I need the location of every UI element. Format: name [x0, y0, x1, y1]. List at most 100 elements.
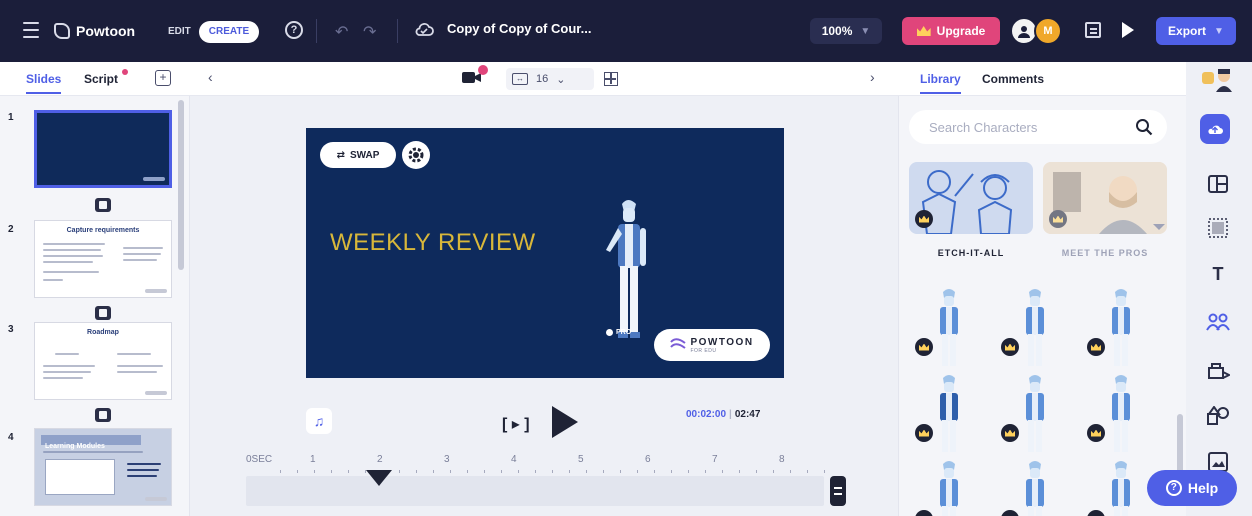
character-thumbnail[interactable]: [909, 374, 989, 454]
timeline-end-handle[interactable]: [830, 476, 846, 506]
swap-button[interactable]: ⇄ SWAP: [320, 142, 396, 168]
ruler-tick: [569, 470, 570, 473]
chevron-left-icon[interactable]: ‹: [208, 69, 213, 85]
ruler-label: 8: [779, 454, 785, 465]
character-figure: [940, 375, 958, 452]
tab-library[interactable]: Library: [920, 72, 961, 94]
secondary-toolbar: Slides Script + ‹ ↔ 16 ⌄ › Library Comme…: [0, 62, 1252, 96]
ruler-tick: [450, 470, 451, 473]
shapes-icon[interactable]: [1206, 404, 1230, 428]
add-slide-icon[interactable]: +: [155, 70, 171, 86]
crown-icon: [1053, 215, 1063, 223]
premium-badge: [1049, 210, 1067, 228]
text-icon[interactable]: T: [1206, 262, 1230, 286]
chevron-down-icon[interactable]: [1153, 224, 1165, 230]
slide-title: Roadmap: [87, 329, 119, 336]
undo-icon[interactable]: ↶: [335, 22, 348, 42]
characters-icon[interactable]: [1206, 310, 1230, 334]
characters-thumbnail-icon[interactable]: [1200, 66, 1236, 92]
watermark-sub: FOR EDU: [690, 347, 717, 354]
upgrade-button[interactable]: Upgrade: [902, 17, 1000, 45]
character-thumbnail[interactable]: [995, 374, 1075, 454]
search-icon[interactable]: [1135, 118, 1153, 136]
character-thumbnail[interactable]: [909, 460, 989, 516]
cloud-save-icon[interactable]: [413, 19, 435, 41]
redo-icon[interactable]: ↷: [363, 22, 376, 42]
mode-edit-toggle[interactable]: EDIT: [160, 19, 199, 43]
avatar[interactable]: M: [1034, 17, 1062, 45]
premium-badge: [915, 210, 933, 228]
music-button[interactable]: ♫: [306, 408, 332, 434]
headline-text[interactable]: WEEKLY REVIEW: [330, 229, 536, 257]
app-logo[interactable]: Powtoon: [54, 18, 135, 44]
playhead-marker[interactable]: [366, 470, 392, 486]
play-icon[interactable]: [552, 406, 578, 438]
transition-icon[interactable]: [95, 198, 111, 212]
preview-play-icon[interactable]: [1122, 22, 1134, 38]
props-icon[interactable]: [1206, 358, 1230, 382]
premium-badge: [915, 424, 933, 442]
library-panel: Search Characters ETCH-IT-ALL MEET THE P…: [898, 96, 1186, 516]
preview-scene-button[interactable]: [ ▸ ]: [502, 414, 530, 434]
project-title[interactable]: Copy of Copy of Cour...: [447, 21, 591, 36]
help-button[interactable]: ? Help: [1147, 470, 1237, 506]
chevron-down-icon: ⌄: [556, 73, 566, 86]
duration-select[interactable]: ↔ 16 ⌄: [506, 68, 594, 90]
timecode: 00:02:00 | 02:47: [686, 409, 760, 420]
tab-script[interactable]: Script: [84, 72, 118, 86]
current-time: 00:02:00: [686, 409, 727, 420]
menu-icon[interactable]: [22, 22, 40, 38]
gear-icon: [408, 147, 424, 163]
category-card[interactable]: [909, 162, 1033, 234]
swap-label: SWAP: [349, 149, 380, 161]
slide-thumbnail[interactable]: Roadmap: [34, 322, 172, 400]
slide-thumbnail[interactable]: [34, 110, 172, 188]
character-thumbnail[interactable]: [909, 288, 989, 368]
slide-thumbnail[interactable]: Learning Modules: [34, 428, 172, 506]
transition-icon[interactable]: [95, 408, 111, 422]
timeline-ruler[interactable]: 0SEC 1 2 3 4 5 6 7 8: [246, 454, 846, 474]
character-figure: [1026, 375, 1044, 452]
divider: [316, 19, 317, 43]
character-thumbnail[interactable]: [1081, 288, 1161, 368]
help-icon[interactable]: ?: [285, 21, 303, 39]
ruler-label: 1: [310, 454, 316, 465]
help-icon: ?: [1165, 480, 1182, 496]
export-button[interactable]: Export ▼: [1156, 17, 1236, 45]
tab-comments[interactable]: Comments: [982, 72, 1044, 86]
timeline-track[interactable]: [246, 476, 824, 506]
crown-icon: [1091, 343, 1101, 351]
pro-badge: PRO: [606, 329, 631, 336]
character-thumbnail[interactable]: [995, 460, 1075, 516]
character-thumbnail[interactable]: [995, 288, 1075, 368]
ruler-tick: [807, 470, 808, 473]
duration-icon: ↔: [512, 73, 528, 85]
character-figure: [1112, 289, 1130, 366]
character-figure[interactable]: [602, 198, 652, 344]
settings-button[interactable]: [402, 141, 430, 169]
character-thumbnail[interactable]: [1081, 374, 1161, 454]
slide-thumbnail[interactable]: Capture requirements: [34, 220, 172, 298]
scrollbar[interactable]: [178, 100, 184, 270]
layouts-icon[interactable]: [1206, 172, 1230, 196]
slide-canvas[interactable]: ⇄ SWAP WEEKLY REVIEW PRO POWTOON FOR EDU: [306, 128, 784, 378]
divider: [397, 19, 398, 43]
chevron-right-icon[interactable]: ›: [870, 69, 875, 85]
category-card[interactable]: [1043, 162, 1167, 234]
backgrounds-icon[interactable]: [1206, 216, 1230, 240]
crown-icon: [1005, 429, 1015, 437]
zoom-select[interactable]: 100% ▼: [810, 18, 882, 44]
ruler-tick: [773, 470, 774, 473]
notes-icon[interactable]: [1085, 22, 1101, 38]
crown-icon: [1091, 429, 1101, 437]
ruler-tick: [518, 470, 519, 473]
zoom-value: 100%: [821, 24, 853, 38]
top-bar: Powtoon EDIT CREATE ? ↶ ↷ Copy of Copy o…: [0, 0, 1252, 62]
search-input[interactable]: Search Characters: [909, 110, 1167, 144]
mode-create-toggle[interactable]: CREATE: [198, 20, 260, 43]
upload-button[interactable]: [1200, 114, 1230, 144]
grid-icon[interactable]: [604, 72, 618, 86]
chevron-down-icon: ▼: [860, 25, 871, 37]
tab-slides[interactable]: Slides: [26, 72, 62, 94]
transition-icon[interactable]: [95, 306, 111, 320]
